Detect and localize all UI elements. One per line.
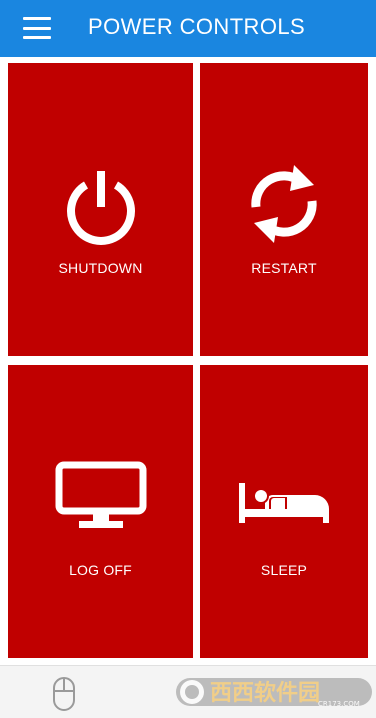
watermark-logo: 西西软件园 CR173.COM [176, 678, 372, 708]
restart-button[interactable]: RESTART [200, 63, 368, 356]
shutdown-button[interactable]: SHUTDOWN [8, 63, 193, 356]
power-controls-app: POWER CONTROLS SHUTDOWN RESTART LOG OFF … [0, 0, 376, 718]
menu-bar [23, 36, 51, 39]
bottom-bar: 西西软件园 CR173.COM [0, 665, 376, 718]
log-off-label: LOG OFF [69, 562, 132, 578]
mouse-icon[interactable] [52, 676, 76, 712]
watermark-brand: 西西软件园 [210, 680, 320, 706]
hamburger-menu-icon[interactable] [23, 17, 51, 39]
monitor-icon [55, 461, 146, 528]
shutdown-label: SHUTDOWN [58, 260, 143, 276]
page-title: POWER CONTROLS [88, 14, 306, 39]
log-off-button[interactable]: LOG OFF [8, 365, 193, 658]
sleep-button[interactable]: SLEEP [200, 365, 368, 658]
menu-bar [23, 26, 51, 30]
refresh-icon [251, 165, 317, 243]
restart-label: RESTART [251, 260, 317, 276]
bed-icon [239, 483, 329, 523]
app-header: POWER CONTROLS [0, 0, 376, 57]
menu-bar [23, 17, 51, 20]
sleep-label: SLEEP [260, 562, 308, 578]
power-icon [66, 171, 135, 245]
power-action-grid: SHUTDOWN RESTART LOG OFF SLEEP [8, 63, 368, 658]
watermark-url: CR173.COM [318, 700, 360, 708]
